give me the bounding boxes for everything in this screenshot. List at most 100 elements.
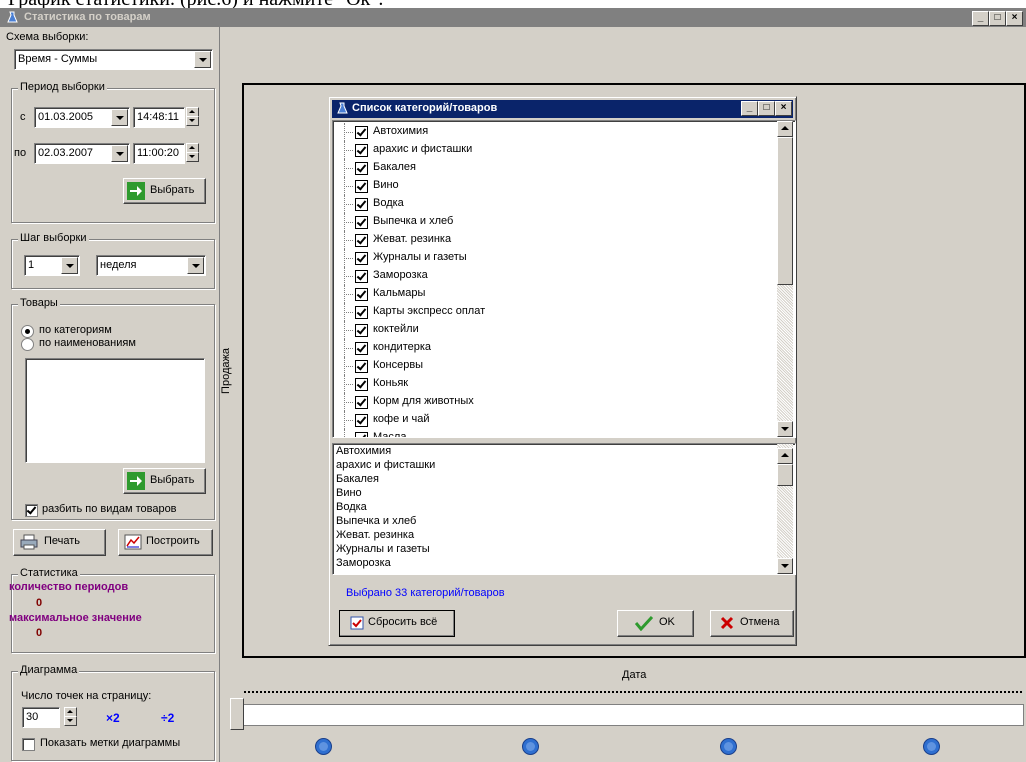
- tree-item[interactable]: Выпечка и хлеб: [333, 213, 773, 231]
- list-scrollbar[interactable]: [777, 444, 793, 574]
- close-button[interactable]: ×: [1006, 11, 1023, 26]
- by-name-radio[interactable]: [21, 338, 34, 351]
- ok-button[interactable]: OK: [617, 610, 694, 637]
- from-time-spinner[interactable]: [186, 107, 199, 126]
- timeline-slider-handle[interactable]: [230, 698, 244, 730]
- tree-item[interactable]: Жеват. резинка: [333, 231, 773, 249]
- minimize-button[interactable]: _: [972, 11, 989, 26]
- goods-listbox[interactable]: [25, 358, 205, 463]
- tree-item[interactable]: Вино: [333, 177, 773, 195]
- tree-item[interactable]: Консервы: [333, 357, 773, 375]
- scroll-up-icon[interactable]: [777, 121, 793, 137]
- split-checkbox[interactable]: [25, 504, 38, 517]
- tree-item-checkbox[interactable]: [355, 126, 368, 139]
- tree-item[interactable]: Бакалея: [333, 159, 773, 177]
- chevron-down-icon[interactable]: [61, 257, 78, 274]
- tree-item-checkbox[interactable]: [355, 216, 368, 229]
- list-item[interactable]: Водка: [336, 501, 367, 513]
- tree-item-checkbox[interactable]: [355, 360, 368, 373]
- tree-item-checkbox[interactable]: [355, 306, 368, 319]
- list-item[interactable]: Автохимия: [336, 445, 391, 457]
- list-item[interactable]: Бакалея: [336, 473, 379, 485]
- tree-item-checkbox[interactable]: [355, 270, 368, 283]
- last-page-icon[interactable]: [923, 738, 940, 755]
- tree-item[interactable]: Кальмары: [333, 285, 773, 303]
- scheme-select[interactable]: Время - Суммы: [14, 49, 213, 70]
- dialog-close-button[interactable]: ×: [775, 101, 792, 116]
- step-value-select[interactable]: 1: [24, 255, 80, 276]
- tree-item-checkbox[interactable]: [355, 342, 368, 355]
- tree-item[interactable]: Журналы и газеты: [333, 249, 773, 267]
- chevron-down-icon[interactable]: [111, 109, 128, 126]
- tree-item-checkbox[interactable]: [355, 288, 368, 301]
- tree-item-checkbox[interactable]: [355, 378, 368, 391]
- maximize-button[interactable]: □: [989, 11, 1006, 26]
- print-button[interactable]: Печать: [13, 529, 106, 556]
- tree-item[interactable]: Заморозка: [333, 267, 773, 285]
- halve-points-button[interactable]: ÷2: [161, 711, 174, 725]
- first-page-icon[interactable]: [315, 738, 332, 755]
- scroll-down-icon[interactable]: [777, 421, 793, 437]
- tree-item[interactable]: коктейли: [333, 321, 773, 339]
- cancel-button[interactable]: Отмена: [710, 610, 794, 637]
- build-button[interactable]: Построить: [118, 529, 213, 556]
- to-date-picker[interactable]: 02.03.2007: [34, 143, 130, 164]
- tree-item[interactable]: Коньяк: [333, 375, 773, 393]
- category-tree[interactable]: Масла кофе и чай Корм для животных Коньяк Ко…: [332, 120, 796, 438]
- scroll-down-icon[interactable]: [777, 558, 793, 574]
- tree-item[interactable]: кондитерка: [333, 339, 773, 357]
- select-period-button[interactable]: Выбрать: [123, 178, 206, 204]
- scroll-thumb[interactable]: [777, 464, 793, 486]
- double-points-button[interactable]: ×2: [106, 711, 120, 725]
- tree-item[interactable]: арахис и фисташки: [333, 141, 773, 159]
- by-category-radio[interactable]: [21, 325, 34, 338]
- tree-item-label: Жеват. резинка: [373, 233, 452, 245]
- chevron-down-icon[interactable]: [194, 51, 211, 68]
- chevron-down-icon[interactable]: [187, 257, 204, 274]
- tree-item[interactable]: Масла: [333, 429, 773, 438]
- tree-item-checkbox[interactable]: [355, 414, 368, 427]
- tree-item-checkbox[interactable]: [355, 324, 368, 337]
- scroll-up-icon[interactable]: [777, 448, 793, 464]
- points-field[interactable]: 30: [22, 707, 60, 728]
- list-item[interactable]: Выпечка и хлеб: [336, 515, 416, 527]
- show-marks-checkbox[interactable]: [22, 738, 35, 751]
- dialog-minimize-button[interactable]: _: [741, 101, 758, 116]
- tree-item-checkbox[interactable]: [355, 234, 368, 247]
- from-time-field[interactable]: 14:48:11: [133, 107, 185, 128]
- reset-all-button[interactable]: Сбросить всё: [339, 610, 455, 637]
- prev-page-icon[interactable]: [522, 738, 539, 755]
- tree-item-checkbox[interactable]: [355, 180, 368, 193]
- scroll-thumb[interactable]: [777, 137, 793, 285]
- timeline-scrollbar[interactable]: [242, 704, 1024, 726]
- tree-item-checkbox[interactable]: [355, 396, 368, 409]
- tree-item-checkbox[interactable]: [355, 252, 368, 265]
- tree-scrollbar[interactable]: [777, 121, 793, 437]
- points-spinner[interactable]: [64, 707, 77, 726]
- dialog-maximize-button[interactable]: □: [758, 101, 775, 116]
- tree-item-label: Масла: [373, 431, 407, 438]
- list-item[interactable]: Жеват. резинка: [336, 529, 414, 541]
- list-item[interactable]: Журналы и газеты: [336, 543, 430, 555]
- list-item[interactable]: Вино: [336, 487, 362, 499]
- list-item[interactable]: арахис и фисташки: [336, 459, 435, 471]
- diagram-group: Диаграмма Число точек на страницу: 30 ×2…: [11, 664, 215, 761]
- list-item[interactable]: Заморозка: [336, 557, 391, 569]
- tree-item-checkbox[interactable]: [355, 162, 368, 175]
- to-time-field[interactable]: 11:00:20: [133, 143, 185, 164]
- tree-item[interactable]: Автохимия: [333, 123, 773, 141]
- tree-item[interactable]: Карты экспресс оплат: [333, 303, 773, 321]
- select-goods-button[interactable]: Выбрать: [123, 468, 206, 494]
- selected-list[interactable]: Заморозка Журналы и газеты Жеват. резинка В…: [332, 443, 796, 575]
- to-time-spinner[interactable]: [186, 143, 199, 162]
- step-unit-select[interactable]: неделя: [96, 255, 206, 276]
- chevron-down-icon[interactable]: [111, 145, 128, 162]
- from-date-picker[interactable]: 01.03.2005: [34, 107, 130, 128]
- tree-item-checkbox[interactable]: [355, 432, 368, 437]
- next-page-icon[interactable]: [720, 738, 737, 755]
- tree-item[interactable]: кофе и чай: [333, 411, 773, 429]
- tree-item-checkbox[interactable]: [355, 144, 368, 157]
- tree-item[interactable]: Водка: [333, 195, 773, 213]
- tree-item[interactable]: Корм для животных: [333, 393, 773, 411]
- tree-item-checkbox[interactable]: [355, 198, 368, 211]
